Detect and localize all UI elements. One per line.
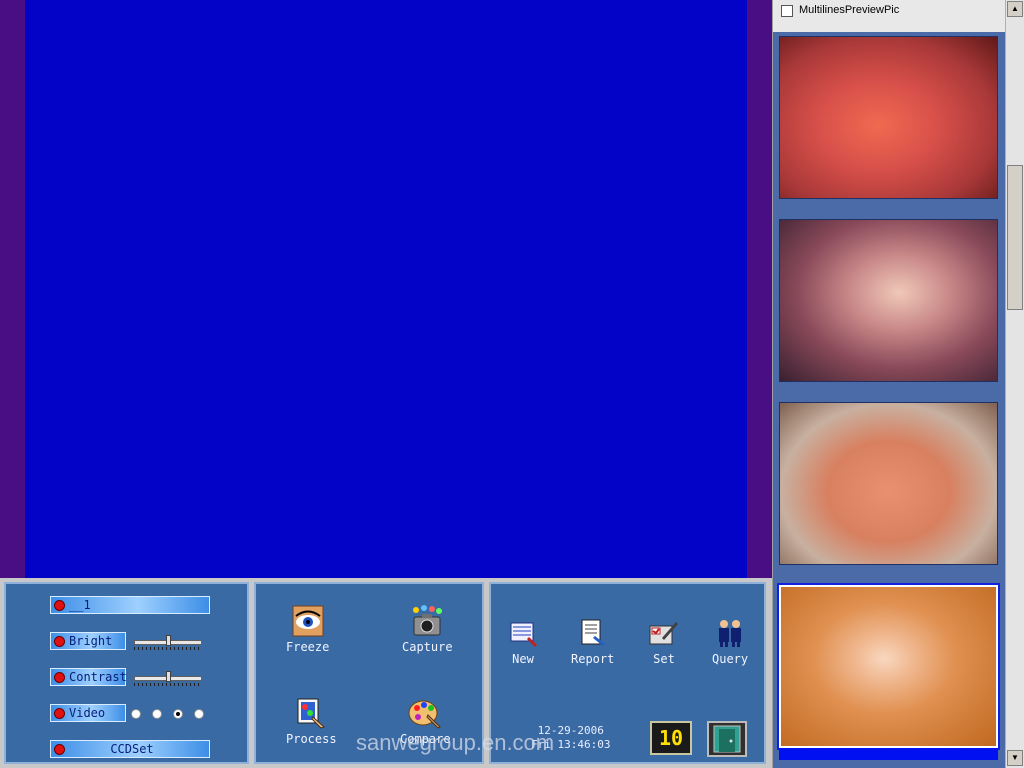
contrast-slider-thumb[interactable] <box>166 671 171 682</box>
bright-slider[interactable] <box>134 634 202 650</box>
preview-scrollbar[interactable]: ▲ ▼ <box>1005 0 1024 768</box>
scroll-down-icon[interactable]: ▼ <box>1007 750 1023 766</box>
set-button[interactable]: Set <box>647 616 681 666</box>
ccdset-button[interactable]: CCDSet <box>50 740 210 758</box>
contrast-label: Contrast <box>69 670 127 684</box>
contrast-led-icon <box>54 671 65 683</box>
capture-button[interactable]: Capture <box>402 604 453 654</box>
people-icon <box>713 616 747 650</box>
bright-label: Bright <box>69 634 113 648</box>
eye-icon <box>291 604 325 638</box>
image-count: 10 <box>658 726 684 750</box>
exit-door-icon <box>713 725 741 753</box>
process-button[interactable]: Process <box>286 696 337 746</box>
capture-label: Capture <box>402 640 453 654</box>
bright-slider-thumb[interactable] <box>166 635 171 646</box>
report-button[interactable]: Report <box>571 616 614 666</box>
bright-led-icon <box>54 635 65 647</box>
scrollbar-thumb[interactable] <box>1007 165 1023 310</box>
thumbnail-list[interactable] <box>773 32 1006 768</box>
settings-icon <box>647 616 681 650</box>
new-button[interactable]: New <box>506 616 540 666</box>
channel-button[interactable]: __1 <box>50 596 210 614</box>
set-label: Set <box>653 652 675 666</box>
thumbnail-image[interactable] <box>779 219 998 382</box>
camera-settings-panel: __1 Bright Contrast Video CCDSet <box>4 582 249 764</box>
video-radio-2[interactable] <box>152 709 162 719</box>
contrast-slider[interactable] <box>134 670 202 686</box>
thumbnail-image[interactable] <box>779 36 998 199</box>
video-radio-3[interactable] <box>173 709 183 719</box>
process-label: Process <box>286 732 337 746</box>
palette-icon <box>408 696 442 730</box>
video-radio-4[interactable] <box>194 709 204 719</box>
selection-bar <box>779 748 998 760</box>
video-button[interactable]: Video <box>50 704 126 722</box>
query-label: Query <box>712 652 749 666</box>
video-label: Video <box>69 706 106 720</box>
report-icon <box>576 616 610 650</box>
thumbnail-image[interactable] <box>779 402 998 565</box>
video-led-icon <box>54 707 65 719</box>
video-radio-1[interactable] <box>131 709 141 719</box>
new-label: New <box>512 652 534 666</box>
preview-sidebar: MultilinesPreviewPic <box>772 0 1006 768</box>
watermark-text: sanwegroup.en.com <box>356 730 555 755</box>
ccdset-led-icon <box>54 743 65 755</box>
multilines-preview-checkbox[interactable] <box>781 5 793 17</box>
preview-header: MultilinesPreviewPic <box>773 0 1006 33</box>
right-border <box>747 0 772 578</box>
thumbnail-image-selected[interactable] <box>779 585 998 748</box>
freeze-button[interactable]: Freeze <box>286 604 329 654</box>
live-video-display[interactable] <box>25 0 747 578</box>
camera-icon <box>410 604 444 638</box>
image-count-display: 10 <box>650 721 692 755</box>
new-record-icon <box>506 616 540 650</box>
channel-led-icon <box>54 599 65 611</box>
freeze-label: Freeze <box>286 640 330 654</box>
left-border <box>0 0 25 578</box>
scroll-up-icon[interactable]: ▲ <box>1007 1 1023 17</box>
exit-button[interactable] <box>707 721 747 757</box>
channel-label: __1 <box>69 598 91 612</box>
contrast-button[interactable]: Contrast <box>50 668 127 686</box>
ccdset-label: CCDSet <box>110 742 154 756</box>
report-label: Report <box>571 652 615 666</box>
bright-button[interactable]: Bright <box>50 632 126 650</box>
query-button[interactable]: Query <box>712 616 748 666</box>
preview-title: MultilinesPreviewPic <box>799 4 900 16</box>
paint-icon <box>294 696 328 730</box>
